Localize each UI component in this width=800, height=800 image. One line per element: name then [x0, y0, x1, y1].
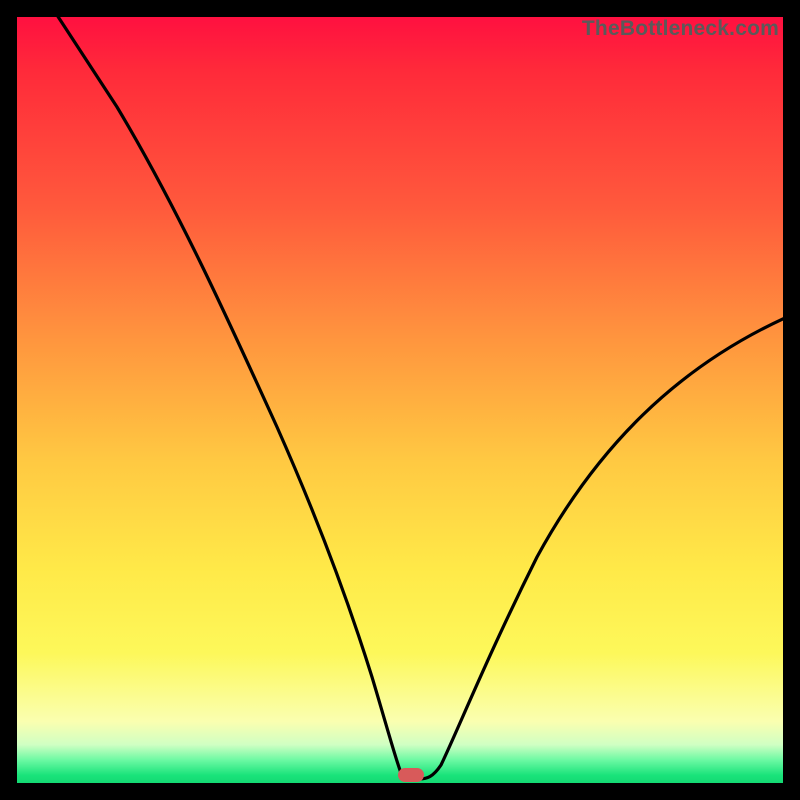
- curve-path: [55, 17, 783, 779]
- watermark-text: TheBottleneck.com: [582, 17, 779, 41]
- optimal-point-marker: [398, 768, 424, 782]
- chart-frame: TheBottleneck.com: [0, 0, 800, 800]
- bottleneck-curve: [17, 17, 783, 783]
- chart-plot-area: TheBottleneck.com: [17, 17, 783, 783]
